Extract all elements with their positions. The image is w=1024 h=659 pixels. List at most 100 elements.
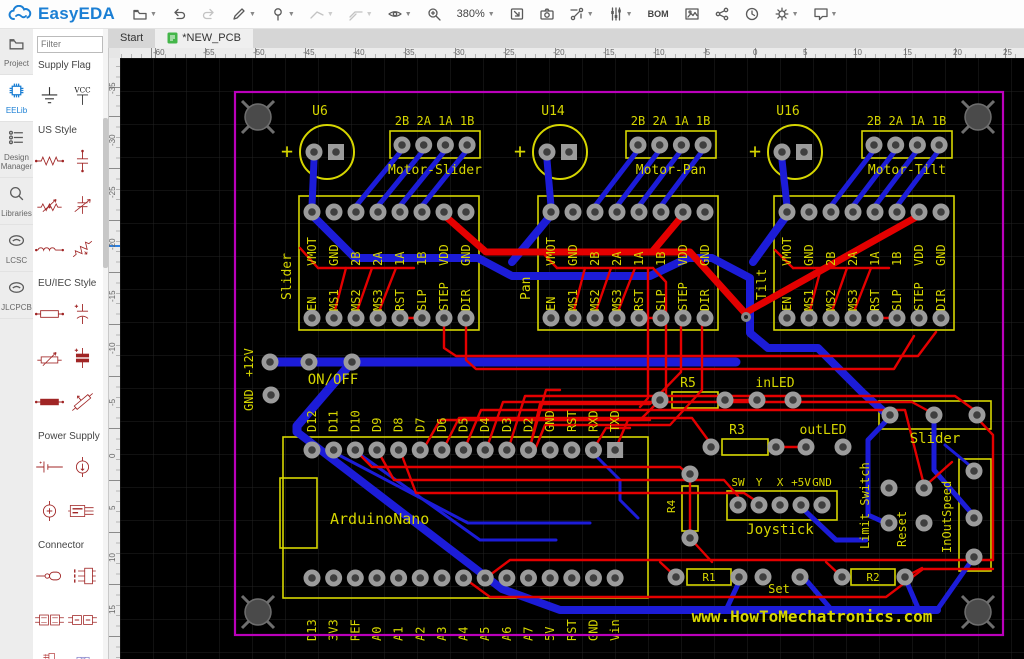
driver-pin-label: RST bbox=[868, 289, 882, 311]
zoom-level-value[interactable]: 380% ▼ bbox=[452, 2, 499, 26]
lib-symbol-battery[interactable] bbox=[33, 445, 66, 489]
driver-pin-label: STEP bbox=[437, 282, 451, 311]
pad-hole bbox=[589, 446, 598, 454]
trace-cap-feed[interactable] bbox=[308, 156, 318, 210]
sidebar-item-jlcpcb[interactable]: JLCPCB bbox=[0, 272, 33, 319]
pad-hole bbox=[394, 446, 403, 454]
lib-symbol-source-voltage[interactable] bbox=[33, 489, 66, 533]
import-button[interactable] bbox=[505, 2, 529, 26]
driver-pin-label: 1A bbox=[393, 251, 407, 266]
label-Reset: Reset bbox=[895, 511, 909, 547]
lib-symbol-pin-header[interactable] bbox=[66, 554, 99, 598]
pad-hole bbox=[721, 396, 729, 404]
sidebar-item-design-manager[interactable]: Design Manager bbox=[0, 122, 33, 178]
pad-hole bbox=[267, 391, 275, 399]
pad-hole bbox=[418, 208, 426, 216]
edit-tools-button[interactable]: ▼ bbox=[227, 2, 260, 26]
help-button[interactable]: ▼ bbox=[809, 2, 842, 26]
h-ruler-label: 25 bbox=[1003, 48, 1012, 57]
pad-hole bbox=[591, 208, 599, 216]
pad-hole bbox=[783, 314, 791, 322]
lib-symbol-gnd-flag[interactable] bbox=[33, 74, 66, 118]
sidebar-item-project[interactable]: Project bbox=[0, 28, 33, 75]
lib-symbol-capacitor[interactable] bbox=[66, 139, 99, 183]
design-rule-button[interactable]: ▼ bbox=[604, 2, 637, 26]
redo-button[interactable] bbox=[197, 2, 221, 26]
lib-symbol-resistor-variable-eu[interactable] bbox=[33, 336, 66, 380]
library-scrollbar[interactable] bbox=[103, 28, 108, 659]
trace-cap-feed[interactable] bbox=[543, 156, 555, 210]
lib-section-title: Connector bbox=[38, 539, 85, 551]
pad-hole bbox=[707, 443, 715, 451]
lib-section-title: EU/IEC Style bbox=[38, 277, 97, 289]
pcb-canvas[interactable]: + U6 + U14 + U16 2B 2A 1A 1B Motor-Slider 2B 2A 1A 1B M… bbox=[120, 58, 1024, 659]
lib-symbol-capacitor-variable[interactable] bbox=[66, 183, 99, 227]
zoom-button[interactable] bbox=[422, 2, 446, 26]
lib-symbol-inductor[interactable] bbox=[33, 227, 66, 271]
driver-pin-label: GND bbox=[566, 244, 580, 266]
lib-symbol-resistor-eu[interactable] bbox=[33, 292, 66, 336]
lib-symbol-resistor-us[interactable] bbox=[33, 139, 66, 183]
arduino-pin-label: D7 bbox=[413, 418, 427, 432]
lib-symbol-pin-strip[interactable] bbox=[33, 642, 66, 659]
share-button[interactable] bbox=[710, 2, 734, 26]
file-menu-button[interactable]: ▼ bbox=[128, 2, 161, 26]
easyeda-logo[interactable]: EasyEDA bbox=[8, 4, 115, 24]
undo-button[interactable] bbox=[167, 2, 191, 26]
lib-symbol-terminal-block[interactable] bbox=[33, 598, 66, 642]
mount-hole[interactable] bbox=[244, 598, 272, 626]
lib-symbol-source-current[interactable] bbox=[66, 445, 99, 489]
mount-hole[interactable] bbox=[244, 103, 272, 131]
sidebar-item-libraries[interactable]: Libraries bbox=[0, 178, 33, 225]
filter-input[interactable] bbox=[37, 35, 103, 53]
pad-hole bbox=[568, 446, 576, 454]
bus-tool-button[interactable]: ▼ bbox=[344, 2, 377, 26]
lib-symbol-plug[interactable] bbox=[33, 554, 66, 598]
pad-hole bbox=[373, 446, 381, 454]
pad-hole bbox=[569, 208, 577, 216]
sidebar-item-eelib[interactable]: EELib bbox=[0, 75, 33, 122]
wire-tool-button[interactable]: ▼ bbox=[305, 2, 338, 26]
settings-button[interactable]: ▼ bbox=[770, 2, 803, 26]
tab-start[interactable]: Start bbox=[108, 28, 155, 48]
lib-symbol-vcc-flag[interactable]: VCC bbox=[66, 74, 99, 118]
cap-ref-U16: U16 bbox=[776, 104, 799, 119]
tab-new_pcb[interactable]: *NEW_PCB bbox=[155, 28, 253, 48]
driver-pin-label: VDD bbox=[437, 244, 451, 266]
bom-button[interactable]: BOM bbox=[643, 2, 674, 26]
pad-hole bbox=[416, 574, 425, 582]
lib-symbol-resistor-diagonal[interactable] bbox=[66, 380, 99, 424]
v-ruler-label: -30 bbox=[108, 134, 117, 146]
via-hole bbox=[744, 315, 748, 319]
route-tools-button[interactable]: ▼ bbox=[565, 2, 598, 26]
lib-symbol-potentiometer-us[interactable] bbox=[66, 227, 99, 271]
scrollbar-thumb[interactable] bbox=[103, 118, 108, 268]
lib-symbol-capacitor-electrolytic[interactable] bbox=[66, 336, 99, 380]
trace-cap-feed[interactable] bbox=[778, 156, 791, 210]
lib-symbol-ic-socket[interactable] bbox=[66, 642, 99, 659]
label-R1: R1 bbox=[702, 571, 715, 584]
sidebar-item-lcsc[interactable]: LCSC bbox=[0, 225, 33, 272]
screenshot-button[interactable] bbox=[535, 2, 559, 26]
lib-symbol-resistor-variable-us[interactable] bbox=[33, 183, 66, 227]
lib-symbol-capacitor-polar[interactable] bbox=[66, 292, 99, 336]
lib-symbol-terminal-block-2[interactable] bbox=[66, 598, 99, 642]
lib-symbol-resistor-filled[interactable] bbox=[33, 380, 66, 424]
driver-pin-label: DIR bbox=[459, 289, 473, 311]
sidebar-item-label: Libraries bbox=[1, 209, 32, 218]
motor-pin-label: 2B bbox=[395, 114, 409, 128]
history-button[interactable] bbox=[740, 2, 764, 26]
driver-pin-label: MS2 bbox=[588, 289, 602, 311]
pad-hole bbox=[871, 314, 879, 322]
export-image-button[interactable] bbox=[680, 2, 704, 26]
v-ruler-label: 0 bbox=[108, 453, 117, 458]
mount-hole[interactable] bbox=[964, 103, 992, 131]
mount-hole[interactable] bbox=[964, 598, 992, 626]
pad-hole bbox=[657, 314, 665, 322]
pad-hole bbox=[440, 208, 448, 216]
lib-symbol-voltage-regulator[interactable] bbox=[66, 489, 99, 533]
place-tools-button[interactable]: ▼ bbox=[266, 2, 299, 26]
pad-hole bbox=[591, 314, 599, 322]
arduino-pin-label: A7 bbox=[522, 627, 536, 641]
view-button[interactable]: ▼ bbox=[383, 2, 416, 26]
